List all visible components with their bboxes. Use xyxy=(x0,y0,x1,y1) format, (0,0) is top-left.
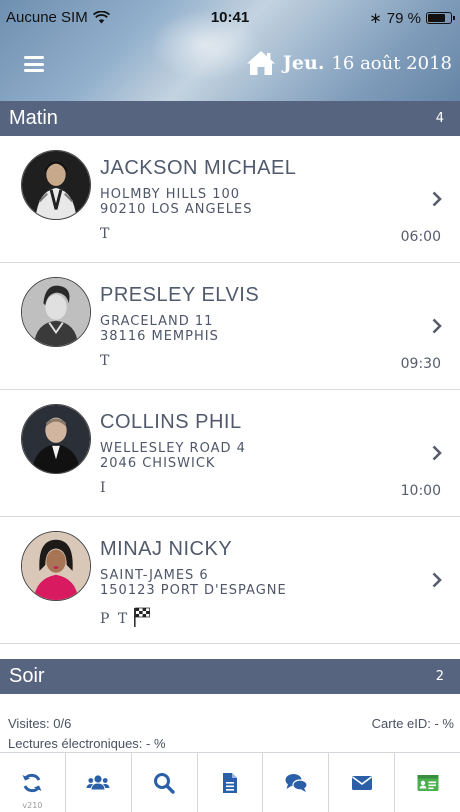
document-icon xyxy=(223,772,237,793)
section-count: 4 xyxy=(435,111,444,126)
visit-code: T xyxy=(100,226,111,242)
tab-sync[interactable]: v210 xyxy=(0,753,66,812)
visit-code-text: I xyxy=(100,480,108,496)
users-icon xyxy=(86,774,110,789)
visit-row[interactable]: JACKSON MICHAEL HOLMBY HILLS 100 90210 L… xyxy=(0,136,460,263)
chevron-right-icon xyxy=(432,191,442,207)
visit-name: MINAJ NICKY xyxy=(100,538,233,560)
visit-address-line2: 90210 LOS ANGELES xyxy=(100,202,253,217)
avatar xyxy=(21,404,91,474)
tab-messages[interactable] xyxy=(263,753,330,812)
person-photo xyxy=(22,405,90,473)
visit-name: JACKSON MICHAEL xyxy=(100,157,297,179)
person-photo xyxy=(22,278,90,346)
tab-mail[interactable] xyxy=(329,753,396,812)
tab-patients[interactable] xyxy=(66,753,132,812)
section-header-evening: Soir 2 xyxy=(0,659,460,694)
summary-panel: Visites: 0/6 Carte eID: - % Lectures éle… xyxy=(0,706,460,752)
avatar xyxy=(21,277,91,347)
visit-code: T xyxy=(100,353,111,369)
electronic-readings-stat: Lectures électroniques: - % xyxy=(8,736,166,751)
visit-address-line1: SAINT-JAMES 6 xyxy=(100,568,209,583)
person-photo xyxy=(22,151,90,219)
avatar xyxy=(21,531,91,601)
date-text: 16 août 2018 xyxy=(331,52,452,74)
battery-icon xyxy=(426,12,455,24)
home-icon xyxy=(246,51,275,75)
visit-code: I xyxy=(100,480,108,496)
battery-percentage: 79 % xyxy=(386,9,421,27)
visit-code-text: T xyxy=(100,226,112,242)
avatar xyxy=(21,150,91,220)
visit-code: P T xyxy=(100,607,151,627)
search-icon xyxy=(154,772,175,794)
person-photo xyxy=(22,532,90,600)
visit-time: 10:00 xyxy=(400,483,441,499)
visit-code-text: T xyxy=(100,353,112,369)
section-header-morning: Matin 4 xyxy=(0,101,460,136)
status-right: ∗ 79 % xyxy=(369,9,455,27)
visit-name: COLLINS PHIL xyxy=(100,411,242,433)
visit-address-line2: 2046 CHISWICK xyxy=(100,456,216,471)
visit-address-line1: WELLESLEY ROAD 4 xyxy=(100,441,246,456)
checkered-flag-icon xyxy=(134,607,151,627)
visit-time: 09:30 xyxy=(400,356,441,372)
chevron-right-icon xyxy=(432,445,442,461)
section-count: 2 xyxy=(435,669,444,684)
visits-counter: Visites: 0/6 xyxy=(8,716,72,731)
visit-address-line2: 150123 PORT D'ESPAGNE xyxy=(100,583,287,598)
visit-address-line1: GRACELAND 11 xyxy=(100,314,214,329)
status-bar: Aucune SIM 10:41 ∗ 79 % xyxy=(0,0,460,36)
sync-icon xyxy=(22,773,42,792)
nav-bar: Jeu. 16 août 2018 xyxy=(0,36,460,101)
bluetooth-icon: ∗ xyxy=(369,10,382,27)
chevron-right-icon xyxy=(432,318,442,334)
visit-row[interactable]: COLLINS PHIL WELLESLEY ROAD 4 2046 CHISW… xyxy=(0,390,460,517)
eid-card-stat: Carte eID: - % xyxy=(371,716,454,731)
hamburger-menu-icon[interactable] xyxy=(24,56,44,72)
app-version: v210 xyxy=(22,801,43,810)
date-day: Jeu. xyxy=(282,52,325,74)
visit-time: 06:00 xyxy=(400,229,441,245)
id-card-icon xyxy=(417,774,439,791)
chat-icon xyxy=(285,773,308,792)
visit-code-text: P T xyxy=(100,611,130,627)
visit-row[interactable]: PRESLEY ELVIS GRACELAND 11 38116 MEMPHIS… xyxy=(0,263,460,390)
visit-name: PRESLEY ELVIS xyxy=(100,284,260,306)
bottom-tab-bar: v210 xyxy=(0,752,460,812)
section-title: Matin xyxy=(9,107,58,129)
section-title: Soir xyxy=(9,665,45,687)
visit-row[interactable]: MINAJ NICKY SAINT-JAMES 6 150123 PORT D'… xyxy=(0,517,460,644)
chevron-right-icon xyxy=(432,572,442,588)
battery-fill xyxy=(428,14,446,22)
visit-address-line1: HOLMBY HILLS 100 xyxy=(100,187,241,202)
visit-address-line2: 38116 MEMPHIS xyxy=(100,329,219,344)
tab-documents[interactable] xyxy=(198,753,264,812)
tab-eid-card[interactable] xyxy=(395,753,460,812)
date-selector[interactable]: Jeu. 16 août 2018 xyxy=(246,50,452,76)
mail-icon xyxy=(351,775,372,790)
tab-search[interactable] xyxy=(132,753,198,812)
